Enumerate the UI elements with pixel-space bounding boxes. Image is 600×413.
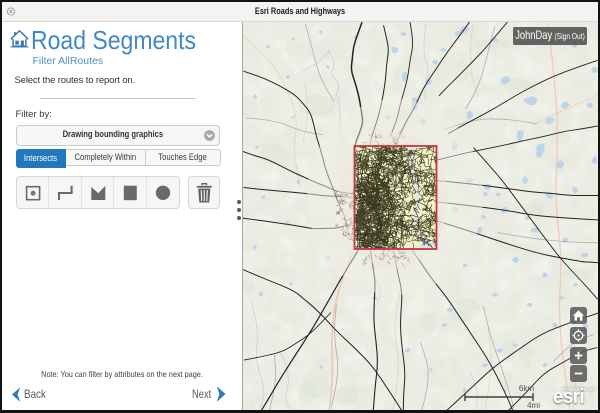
- svg-text:6km: 6km: [519, 384, 534, 393]
- svg-text:4mi: 4mi: [527, 401, 540, 410]
